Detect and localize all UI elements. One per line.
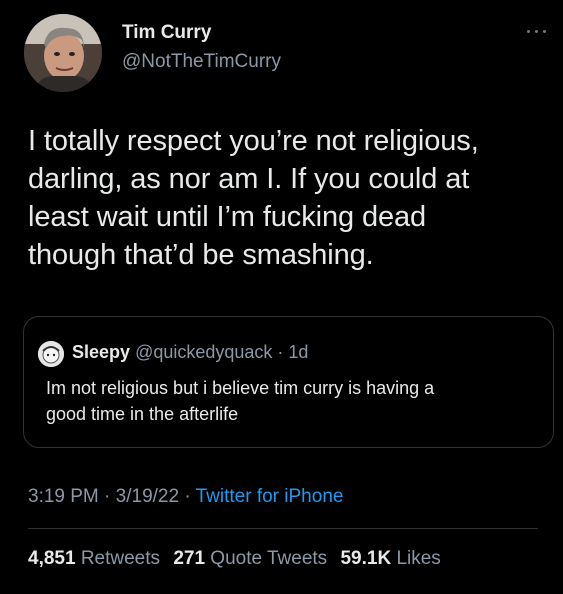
likes-stat[interactable]: 59.1K Likes: [340, 548, 440, 569]
author-display-name[interactable]: Tim Curry: [122, 22, 211, 44]
quoted-tweet-line: good time in the afterlife: [46, 404, 239, 424]
quote-tweets-stat[interactable]: 271 Quote Tweets: [173, 548, 327, 569]
quoted-author-avatar[interactable]: [38, 341, 64, 367]
dot: [527, 30, 530, 33]
tweet-text-line: I totally respect you’re not religious,: [28, 125, 479, 157]
quoted-tweet-header: Sleepy @quickedyquack · 1d: [72, 342, 308, 363]
dot: [535, 30, 538, 33]
profile-photo-icon: [38, 341, 64, 367]
likes-count: 59.1K: [340, 548, 392, 569]
more-options-icon[interactable]: [523, 22, 551, 40]
separator: ·: [179, 486, 196, 507]
tweet-text-line: least wait until I’m fucking dead: [28, 201, 427, 233]
quoted-author-handle[interactable]: @quickedyquack: [135, 342, 272, 362]
engagement-stats: 4,851 Retweets 271 Quote Tweets 59.1K Li…: [28, 548, 449, 570]
separator: ·: [98, 486, 116, 507]
tweet: Tim Curry @NotTheTimCurry I totally resp…: [0, 0, 563, 594]
author-handle[interactable]: @NotTheTimCurry: [122, 51, 281, 73]
dot: [543, 30, 546, 33]
likes-label: Likes: [396, 548, 441, 569]
author-avatar[interactable]: [24, 14, 102, 92]
quote-tweets-count: 271: [173, 548, 206, 569]
tweet-text-line: darling, as nor am I. If you could at: [28, 163, 470, 195]
quoted-author-name[interactable]: Sleepy: [72, 342, 130, 362]
tweet-text-line: though that’d be smashing.: [28, 239, 374, 271]
tweet-text: I totally respect you’re not religious, …: [28, 122, 538, 274]
tweet-metadata: 3:19 PM · 3/19/22 · Twitter for iPhone: [28, 486, 343, 508]
quoted-tweet-age: 1d: [288, 342, 309, 362]
separator: ·: [272, 342, 289, 362]
quoted-tweet-line: Im not religious but i believe tim curry…: [46, 378, 435, 398]
quote-tweets-label: Quote Tweets: [210, 548, 328, 569]
quoted-tweet-card[interactable]: Sleepy @quickedyquack · 1d Im not religi…: [23, 316, 554, 448]
tweet-time[interactable]: 3:19 PM: [28, 486, 99, 507]
retweets-stat[interactable]: 4,851 Retweets: [28, 548, 160, 569]
divider: [28, 528, 538, 529]
tweet-source-link[interactable]: Twitter for iPhone: [196, 486, 344, 507]
tweet-date[interactable]: 3/19/22: [116, 486, 179, 507]
quoted-tweet-text: Im not religious but i believe tim curry…: [46, 375, 546, 427]
profile-photo-icon: [24, 14, 102, 92]
retweets-label: Retweets: [80, 548, 161, 569]
retweets-count: 4,851: [28, 548, 76, 569]
